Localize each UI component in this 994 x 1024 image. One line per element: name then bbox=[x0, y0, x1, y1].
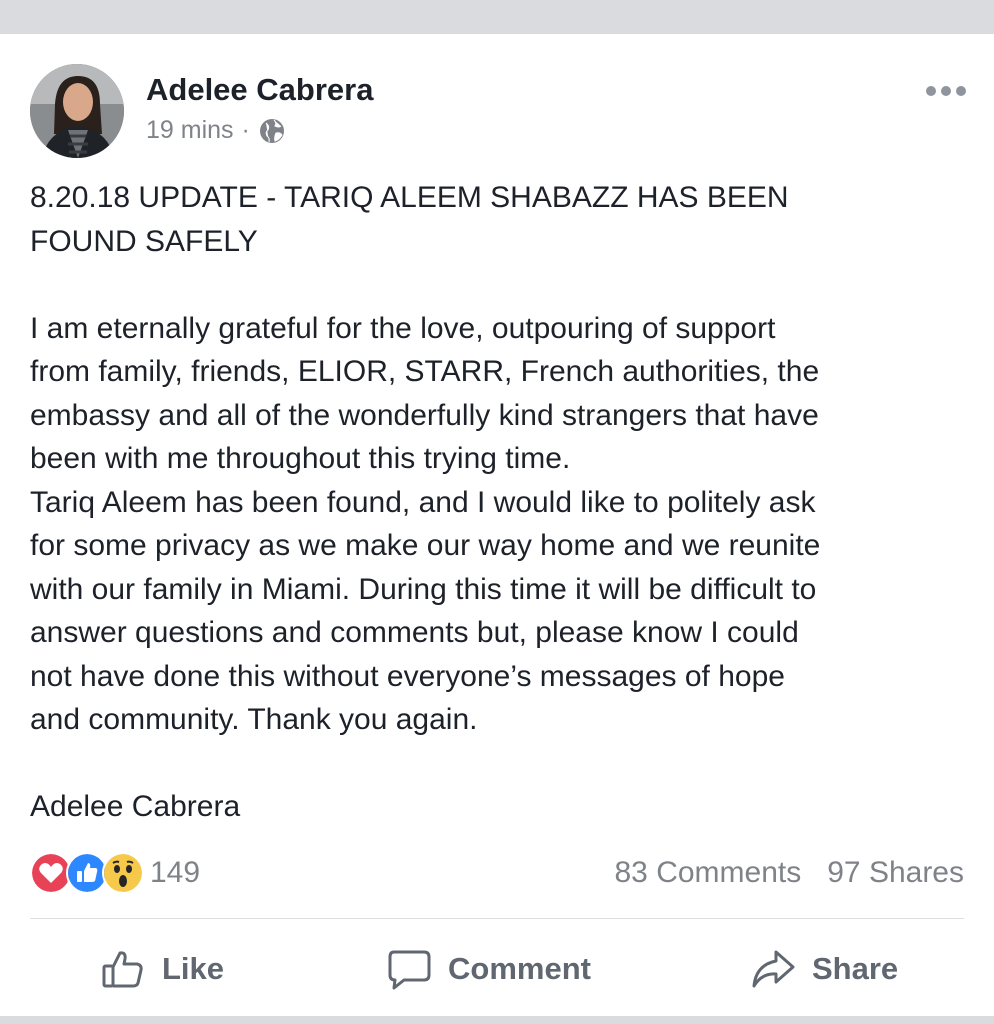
share-button[interactable]: Share bbox=[750, 946, 898, 992]
more-options-icon[interactable] bbox=[926, 86, 966, 96]
post-headline-line: 8.20.18 UPDATE - TARIQ ALEEM SHABAZZ HAS… bbox=[30, 181, 789, 214]
engagement-summary: 149 83 Comments 97 Shares bbox=[30, 852, 964, 894]
post-meta: 19 mins · bbox=[146, 116, 286, 145]
post-text-line: for some privacy as we make our way home… bbox=[30, 529, 821, 562]
shares-count[interactable]: 97 Shares bbox=[827, 856, 964, 890]
post-card: Adelee Cabrera 19 mins · 8.20.18 UPDATE … bbox=[0, 34, 994, 1016]
post-text-line: not have done this without everyone’s me… bbox=[30, 659, 785, 693]
post-stats: 83 Comments 97 Shares bbox=[614, 856, 964, 890]
post-actions-bar: Like Comment Share bbox=[0, 946, 994, 994]
post-text-line: I am eternally grateful for the love, ou… bbox=[30, 311, 776, 345]
post-time[interactable]: 19 mins bbox=[146, 116, 234, 145]
author-name[interactable]: Adelee Cabrera bbox=[146, 72, 373, 108]
post-headline-line: FOUND SAFELY bbox=[30, 224, 258, 258]
post-text-line: embassy and all of the wonderfully kind … bbox=[30, 398, 819, 432]
comment-button[interactable]: Comment bbox=[386, 946, 591, 992]
comment-label: Comment bbox=[448, 951, 591, 986]
like-label: Like bbox=[162, 951, 225, 986]
post-text-line: been with me throughout this trying time… bbox=[30, 442, 571, 475]
post-signature: Adelee Cabrera bbox=[30, 790, 241, 823]
divider bbox=[30, 918, 964, 919]
post-text-line: Tariq Aleem has been found, and I would … bbox=[30, 485, 816, 519]
meta-separator: · bbox=[241, 116, 250, 144]
reaction-count[interactable]: 149 bbox=[150, 856, 200, 890]
avatar[interactable] bbox=[30, 64, 124, 158]
reaction-icons[interactable] bbox=[30, 852, 144, 894]
post-text-line: and community. Thank you again. bbox=[30, 703, 478, 736]
globe-icon[interactable] bbox=[258, 117, 286, 145]
share-label: Share bbox=[812, 951, 899, 986]
post-body: 8.20.18 UPDATE - TARIQ ALEEM SHABAZZ HAS… bbox=[30, 176, 970, 829]
post-text-line: answer questions and comments but, pleas… bbox=[30, 616, 799, 649]
post-text-line: with our family in Miami. During this ti… bbox=[30, 572, 817, 606]
post-text-line: from family, friends, ELIOR, STARR, Fren… bbox=[30, 355, 820, 388]
wow-reaction-icon bbox=[102, 852, 144, 894]
thumbs-up-icon bbox=[102, 951, 143, 988]
comment-bubble-icon bbox=[388, 950, 431, 990]
like-button[interactable]: Like bbox=[100, 946, 224, 992]
share-arrow-icon bbox=[752, 950, 795, 988]
comments-count[interactable]: 83 Comments bbox=[614, 856, 801, 890]
